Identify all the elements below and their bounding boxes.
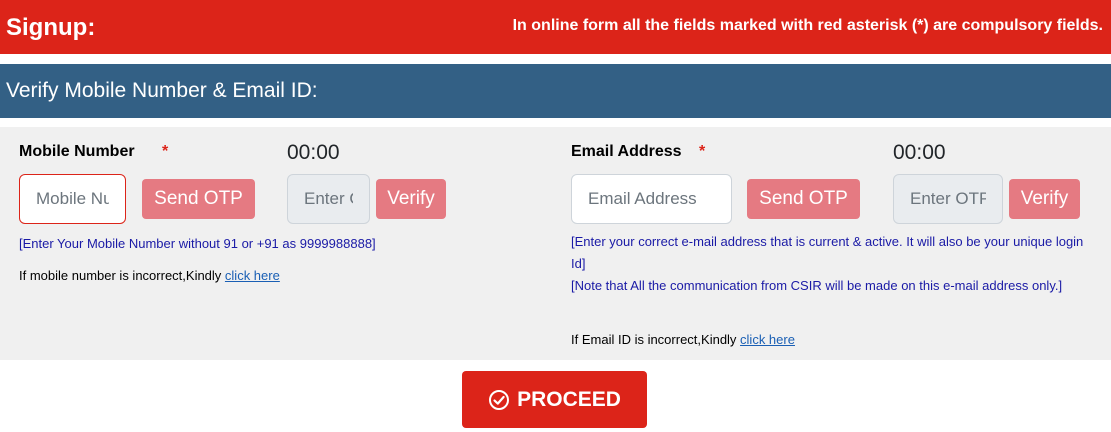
mobile-incorrect-text: If mobile number is incorrect,Kindly: [19, 268, 225, 283]
mobile-hint: [Enter Your Mobile Number without 91 or …: [19, 236, 376, 251]
mobile-number-input[interactable]: [19, 174, 126, 224]
email-required-asterisk: *: [699, 143, 706, 160]
mobile-required-asterisk: *: [162, 143, 169, 160]
mobile-send-otp-button[interactable]: Send OTP: [142, 179, 255, 219]
mobile-click-here-link[interactable]: click here: [225, 268, 280, 283]
email-otp-input[interactable]: [893, 174, 1003, 224]
mobile-otp-timer: 00:00: [287, 141, 340, 164]
mobile-incorrect-note: If mobile number is incorrect,Kindly cli…: [19, 268, 280, 283]
email-hint-unique-login: [Enter your correct e-mail address that …: [571, 234, 1084, 271]
mobile-otp-input[interactable]: [287, 174, 370, 224]
email-incorrect-note: If Email ID is incorrect,Kindly click he…: [571, 332, 795, 347]
mobile-number-label: Mobile Number: [19, 143, 135, 160]
email-hint-communication: [Note that All the communication from CS…: [571, 278, 1063, 293]
email-verify-button[interactable]: Verify: [1009, 179, 1080, 219]
email-click-here-link[interactable]: click here: [740, 332, 795, 347]
proceed-button[interactable]: PROCEED: [462, 371, 647, 428]
proceed-label: PROCEED: [517, 387, 621, 411]
signup-title: Signup:: [6, 14, 96, 41]
email-address-input[interactable]: [571, 174, 732, 224]
verify-section-title: Verify Mobile Number & Email ID:: [6, 79, 318, 102]
mobile-verify-button[interactable]: Verify: [376, 179, 446, 219]
email-incorrect-text: If Email ID is incorrect,Kindly: [571, 332, 741, 347]
email-address-label: Email Address: [571, 143, 682, 160]
email-send-otp-button[interactable]: Send OTP: [747, 179, 860, 219]
check-circle-icon: [488, 389, 510, 411]
compulsory-fields-note: In online form all the fields marked wit…: [512, 17, 1103, 34]
email-otp-timer: 00:00: [893, 141, 946, 164]
